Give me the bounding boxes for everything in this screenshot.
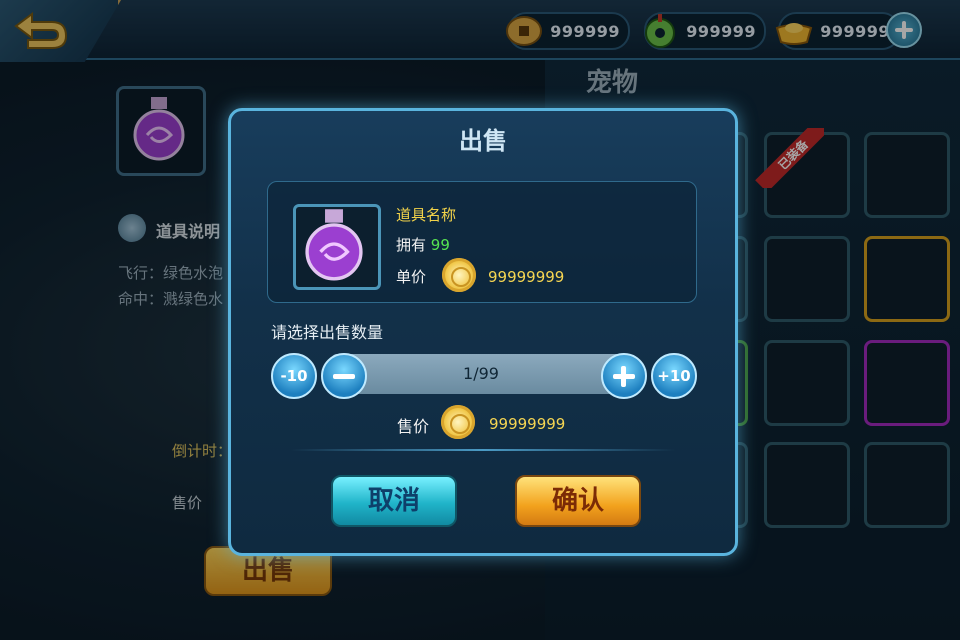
sell-dialog: 出售 道具名称 拥有 99 单价 99999999 请选择出售数量 -10 1/… [228,108,738,556]
minus-10-button[interactable]: -10 [271,353,317,399]
minus-button[interactable] [321,353,367,399]
minus-icon [333,374,355,379]
plus-10-button[interactable]: +10 [651,353,697,399]
own-count-value: 99 [430,236,450,254]
item-card: 道具名称 拥有 99 单价 99999999 [267,181,697,303]
potion-bottle-icon [305,209,363,281]
plus-icon-vertical [621,366,626,387]
gold-coin-icon [442,258,476,292]
divider [291,449,675,451]
quantity-value: 1/99 [463,364,499,383]
cancel-button[interactable]: 取消 [331,475,457,527]
unit-price-value: 99999999 [488,268,565,286]
gold-coin-icon [441,405,475,439]
dialog-title: 出售 [459,127,507,155]
sale-price-value: 99999999 [489,415,566,433]
own-count: 拥有 99 [396,234,450,255]
sale-price-label: 售价 [397,417,430,436]
item-icon [293,204,381,290]
confirm-button[interactable]: 确认 [515,475,641,527]
item-name: 道具名称 [396,206,457,224]
own-label: 拥有 [396,236,427,254]
plus-button[interactable] [601,353,647,399]
choose-quantity-label: 请选择出售数量 [271,323,384,342]
unit-price-label: 单价 [396,268,427,286]
quantity-slider[interactable]: 1/99 [331,354,631,394]
